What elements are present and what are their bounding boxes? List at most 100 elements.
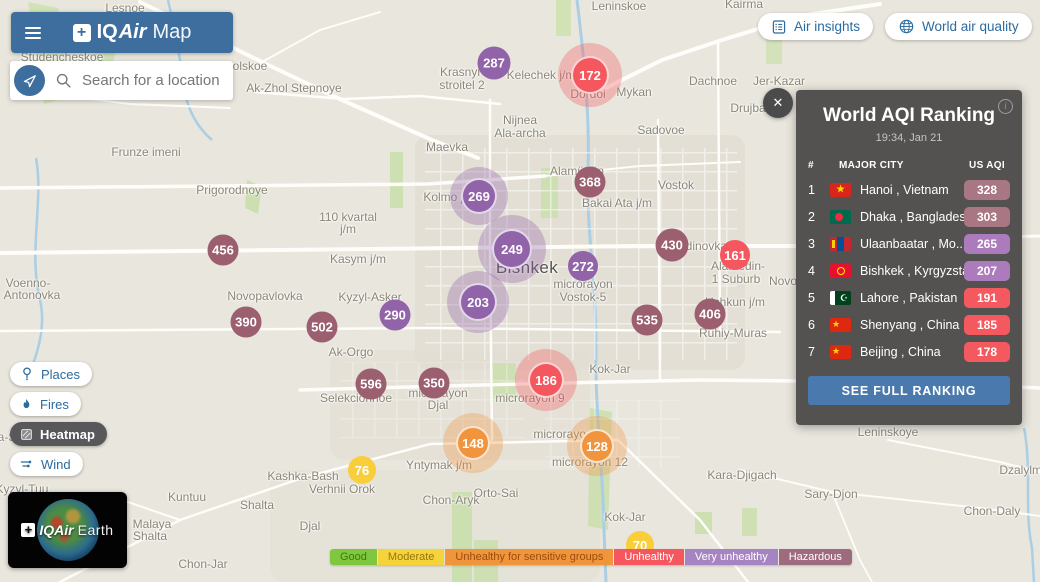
aqi-marker-272[interactable]: 272 <box>568 251 598 281</box>
aqi-marker-535[interactable]: 535 <box>632 305 663 336</box>
ranking-row-3[interactable]: 3 Ulaanbaatar , Mo...265 <box>808 230 1010 257</box>
aqi-marker-290[interactable]: 290 <box>380 300 411 331</box>
panel-title: World AQI Ranking <box>808 105 1010 127</box>
rank-number: 2 <box>808 210 830 224</box>
ranking-row-5[interactable]: 5 Lahore , Pakistan191 <box>808 284 1010 311</box>
logo-text-iq: IQ <box>97 21 118 44</box>
aqi-marker-203[interactable]: 203 <box>459 283 497 321</box>
flag-cn-icon <box>830 345 851 359</box>
world-air-quality-button[interactable]: World air quality <box>885 13 1032 40</box>
places-button[interactable]: Places <box>10 362 92 386</box>
logo-text-air: Air <box>119 21 147 44</box>
rank-number: 4 <box>808 264 830 278</box>
col-aqi: US AQI <box>964 160 1010 171</box>
heatmap-button[interactable]: Heatmap <box>10 422 107 446</box>
panel-timestamp: 19:34, Jan 21 <box>808 132 1010 144</box>
legend-good: Good <box>330 549 377 565</box>
aqi-marker-368[interactable]: 368 <box>575 167 606 198</box>
aqi-badge: 191 <box>964 288 1010 308</box>
close-panel-button[interactable]: ✕ <box>763 88 793 118</box>
rank-number: 1 <box>808 183 830 197</box>
globe-icon <box>898 18 915 35</box>
fires-button[interactable]: Fires <box>10 392 81 416</box>
wind-label: Wind <box>41 457 71 472</box>
aqi-legend: GoodModerateUnhealthy for sensitive grou… <box>330 549 852 565</box>
aqi-marker-76[interactable]: 76 <box>348 456 376 484</box>
pin-icon <box>19 366 35 382</box>
list-icon <box>771 19 787 35</box>
city-name: Beijing , China <box>860 345 964 359</box>
rank-number: 7 <box>808 345 830 359</box>
flag-pk-icon <box>830 291 851 305</box>
rank-number: 3 <box>808 237 830 251</box>
heatmap-grid-icon <box>19 427 34 442</box>
menu-icon[interactable] <box>23 23 43 43</box>
aqi-marker-161[interactable]: 161 <box>720 240 750 270</box>
navigation-arrow-icon <box>22 73 38 89</box>
iqair-plus-icon: + <box>73 24 91 42</box>
aqi-badge: 303 <box>964 207 1010 227</box>
logo-text-map: Map <box>153 21 192 44</box>
aqi-marker-350[interactable]: 350 <box>419 368 450 399</box>
air-insights-button[interactable]: Air insights <box>758 13 873 40</box>
aqi-marker-172[interactable]: 172 <box>571 56 609 94</box>
aqi-marker-406[interactable]: 406 <box>695 299 726 330</box>
aqi-marker-186[interactable]: 186 <box>528 362 564 398</box>
ranking-rows: 1 Hanoi , Vietnam328 2 Dhaka , Bangladesh30… <box>808 176 1010 365</box>
flag-vn-icon <box>830 183 851 197</box>
aqi-marker-430[interactable]: 430 <box>656 229 689 262</box>
heatmap-label: Heatmap <box>40 427 95 442</box>
rank-number: 5 <box>808 291 830 305</box>
layer-buttons: Places Fires Heatmap Wind <box>10 362 107 476</box>
city-name: Shenyang , China <box>860 318 964 332</box>
air-insights-label: Air insights <box>794 19 860 34</box>
aqi-marker-390[interactable]: 390 <box>231 307 262 338</box>
flag-mn-icon <box>830 237 851 251</box>
ranking-row-4[interactable]: 4 Bishkek , Kyrgyzstan207 <box>808 257 1010 284</box>
col-rank: # <box>808 160 830 171</box>
wind-button[interactable]: Wind <box>10 452 83 476</box>
locate-me-button[interactable] <box>14 65 45 96</box>
info-icon[interactable]: i <box>998 99 1013 114</box>
earth-label: + IQAir Earth <box>8 492 127 568</box>
aqi-marker-269[interactable]: 269 <box>461 178 497 214</box>
rank-number: 6 <box>808 318 830 332</box>
aqi-marker-128[interactable]: 128 <box>580 429 614 463</box>
close-icon: ✕ <box>773 95 784 111</box>
legend-moderate: Moderate <box>378 549 444 565</box>
earth-suffix-text: Earth <box>78 522 114 538</box>
ranking-row-1[interactable]: 1 Hanoi , Vietnam328 <box>808 176 1010 203</box>
aqi-marker-596[interactable]: 596 <box>356 369 387 400</box>
aqi-marker-148[interactable]: 148 <box>456 426 490 460</box>
world-air-quality-label: World air quality <box>922 19 1019 34</box>
aqi-badge: 328 <box>964 180 1010 200</box>
world-aqi-ranking-panel: i World AQI Ranking 19:34, Jan 21 # MAJO… <box>796 90 1022 425</box>
legend-unhealthy: Unhealthy <box>614 549 684 565</box>
legend-very-unhealthy: Very unhealthy <box>685 549 778 565</box>
ranking-row-7[interactable]: 7Beijing , China178 <box>808 338 1010 365</box>
iqair-map-logo[interactable]: + IQAir Map <box>43 21 221 44</box>
aqi-marker-456[interactable]: 456 <box>208 235 239 266</box>
iqair-earth-preview[interactable]: + IQAir Earth <box>8 492 127 568</box>
see-full-ranking-button[interactable]: SEE FULL RANKING <box>808 376 1010 405</box>
col-city: MAJOR CITY <box>839 160 964 171</box>
search-input[interactable] <box>80 71 225 90</box>
flame-icon <box>19 397 34 412</box>
aqi-badge: 207 <box>964 261 1010 281</box>
aqi-marker-287[interactable]: 287 <box>478 47 511 80</box>
city-name: Bishkek , Kyrgyzstan <box>860 264 964 278</box>
aqi-badge: 265 <box>964 234 1010 254</box>
city-name: Lahore , Pakistan <box>860 291 964 305</box>
city-name: Dhaka , Bangladesh <box>860 210 964 224</box>
wind-icon <box>19 456 35 472</box>
ranking-row-6[interactable]: 6Shenyang , China185 <box>808 311 1010 338</box>
city-name: Ulaanbaatar , Mo... <box>860 237 964 251</box>
legend-hazardous: Hazardous <box>779 549 852 565</box>
ranking-column-headers: # MAJOR CITY US AQI <box>808 160 1010 171</box>
aqi-marker-249[interactable]: 249 <box>492 229 532 269</box>
aqi-marker-502[interactable]: 502 <box>307 312 338 343</box>
search-bar <box>10 61 233 100</box>
ranking-row-2[interactable]: 2 Dhaka , Bangladesh303 <box>808 203 1010 230</box>
iqair-plus-icon: + <box>21 523 35 537</box>
city-name: Hanoi , Vietnam <box>860 183 964 197</box>
